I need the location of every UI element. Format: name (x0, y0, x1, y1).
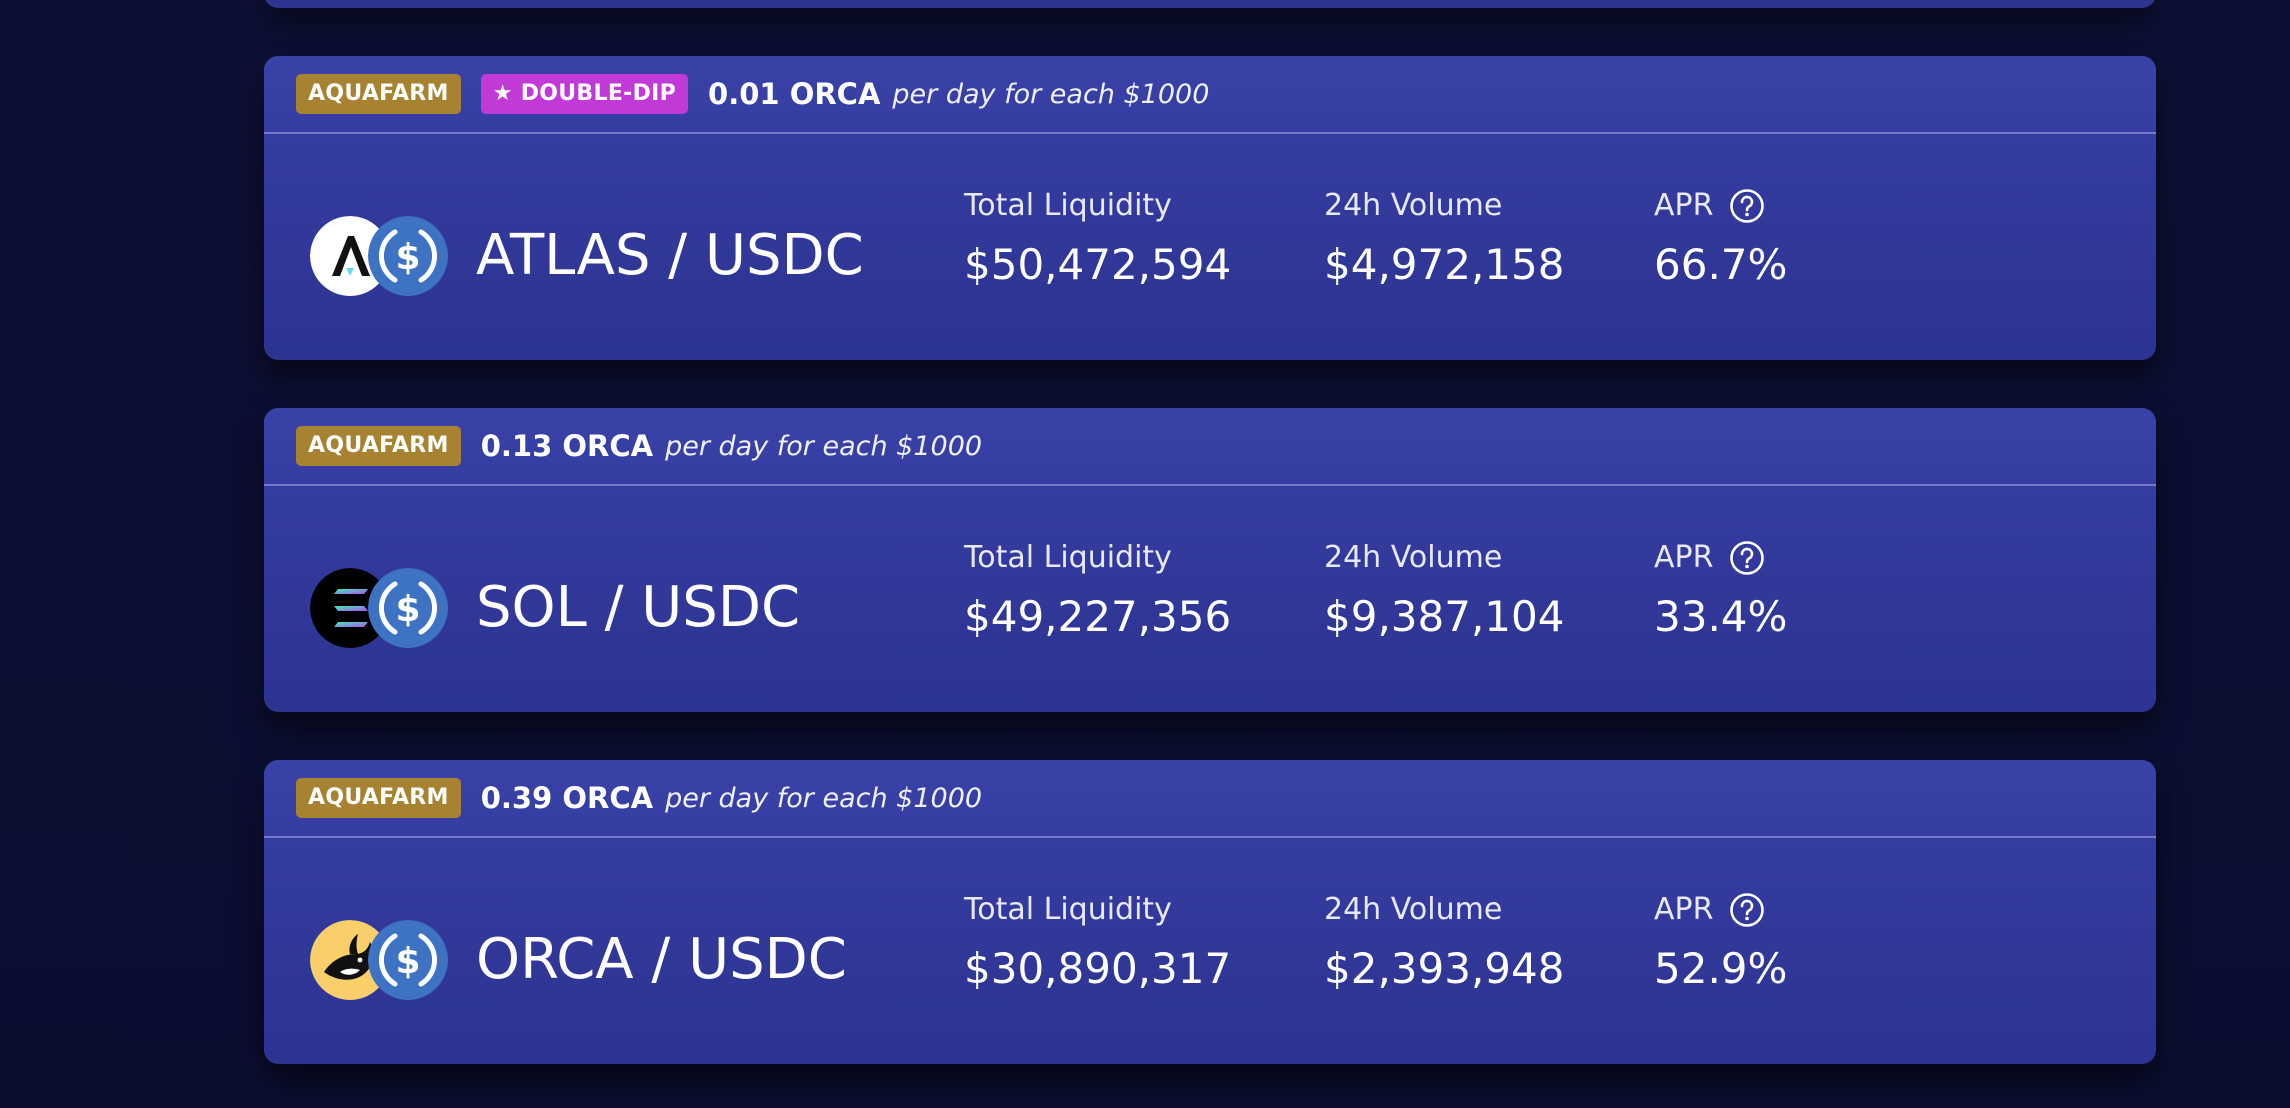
total-liquidity-label: Total Liquidity (964, 188, 1172, 223)
svg-text:$: $ (395, 589, 420, 630)
reward-amount: 0.13 ORCA (480, 429, 654, 463)
apr-stat: APR 52.9% (1654, 890, 1787, 993)
aquafarm-badge: AQUAFARM (296, 778, 461, 818)
volume-24h-value: $9,387,104 (1324, 592, 1565, 641)
volume-24h-stat: 24h Volume $9,387,104 (1324, 538, 1564, 641)
reward-amount: 0.01 ORCA (708, 77, 881, 111)
volume-24h-label: 24h Volume (1324, 892, 1503, 927)
volume-24h-value: $2,393,948 (1324, 944, 1565, 993)
usdc-token-icon: $ (368, 568, 448, 648)
total-liquidity-stat: Total Liquidity $30,890,317 (964, 890, 1231, 993)
pools-page: AQUAFARM ★ DOUBLE-DIP 0.01 ORCA per day … (0, 0, 2290, 1108)
pool-card-atlas-usdc[interactable]: AQUAFARM ★ DOUBLE-DIP 0.01 ORCA per day … (264, 56, 2156, 360)
apr-label: APR (1654, 892, 1714, 927)
total-liquidity-label: Total Liquidity (964, 892, 1172, 927)
total-liquidity-value: $49,227,356 (964, 592, 1232, 641)
usdc-token-icon: $ (368, 216, 448, 296)
pair-name: SOL / USDC (476, 575, 801, 640)
reward-amount: 0.39 ORCA (480, 781, 654, 815)
pool-card-orca-usdc[interactable]: AQUAFARM 0.39 ORCA per day for each $100… (264, 760, 2156, 1064)
apr-value: 66.7% (1654, 240, 1788, 289)
pool-card-sol-usdc[interactable]: AQUAFARM 0.13 ORCA per day for each $100… (264, 408, 2156, 712)
apr-label-row: APR (1654, 890, 1787, 930)
previous-pool-card[interactable] (264, 0, 2156, 8)
apr-value: 33.4% (1654, 592, 1788, 641)
total-liquidity-value: $30,890,317 (964, 944, 1232, 993)
token-pair-icons: $ (310, 568, 450, 648)
aquafarm-badge: AQUAFARM (296, 426, 461, 466)
reward-description: per day for each $1000 (892, 78, 1210, 110)
apr-stat: APR 33.4% (1654, 538, 1787, 641)
apr-label: APR (1654, 188, 1714, 223)
pool-card-header: AQUAFARM 0.39 ORCA per day for each $100… (264, 760, 2156, 838)
aquafarm-badge: AQUAFARM (296, 74, 461, 114)
pool-card-body: $ ATLAS / USDC Total Liquidity $50,472,5… (264, 136, 2156, 360)
pool-card-header: AQUAFARM ★ DOUBLE-DIP 0.01 ORCA per day … (264, 56, 2156, 134)
total-liquidity-stat: Total Liquidity $50,472,594 (964, 186, 1231, 289)
pair-name: ATLAS / USDC (476, 223, 864, 288)
volume-24h-value: $4,972,158 (1324, 240, 1565, 289)
token-pair-icons: $ (310, 920, 450, 1000)
apr-label-row: APR (1654, 538, 1787, 578)
token-pair-icons: $ (310, 216, 450, 296)
help-circle-icon[interactable] (1729, 540, 1765, 576)
svg-text:$: $ (395, 237, 420, 278)
total-liquidity-label: Total Liquidity (964, 540, 1172, 575)
pool-card-body: $ ORCA / USDC Total Liquidity $30,890,31… (264, 840, 2156, 1064)
volume-24h-label: 24h Volume (1324, 188, 1503, 223)
apr-label: APR (1654, 540, 1714, 575)
help-circle-icon[interactable] (1729, 188, 1765, 224)
volume-24h-stat: 24h Volume $4,972,158 (1324, 186, 1564, 289)
usdc-token-icon: $ (368, 920, 448, 1000)
volume-24h-stat: 24h Volume $2,393,948 (1324, 890, 1564, 993)
volume-24h-label: 24h Volume (1324, 540, 1503, 575)
help-circle-icon[interactable] (1729, 892, 1765, 928)
total-liquidity-stat: Total Liquidity $49,227,356 (964, 538, 1231, 641)
total-liquidity-value: $50,472,594 (964, 240, 1232, 289)
apr-label-row: APR (1654, 186, 1787, 226)
double-dip-badge: ★ DOUBLE-DIP (480, 74, 689, 114)
apr-stat: APR 66.7% (1654, 186, 1787, 289)
pair-name: ORCA / USDC (476, 927, 847, 992)
svg-text:$: $ (395, 941, 420, 982)
reward-description: per day for each $1000 (665, 782, 983, 814)
reward-description: per day for each $1000 (665, 430, 983, 462)
pool-card-header: AQUAFARM 0.13 ORCA per day for each $100… (264, 408, 2156, 486)
pool-card-body: $ SOL / USDC Total Liquidity $49,227,356… (264, 488, 2156, 712)
apr-value: 52.9% (1654, 944, 1788, 993)
